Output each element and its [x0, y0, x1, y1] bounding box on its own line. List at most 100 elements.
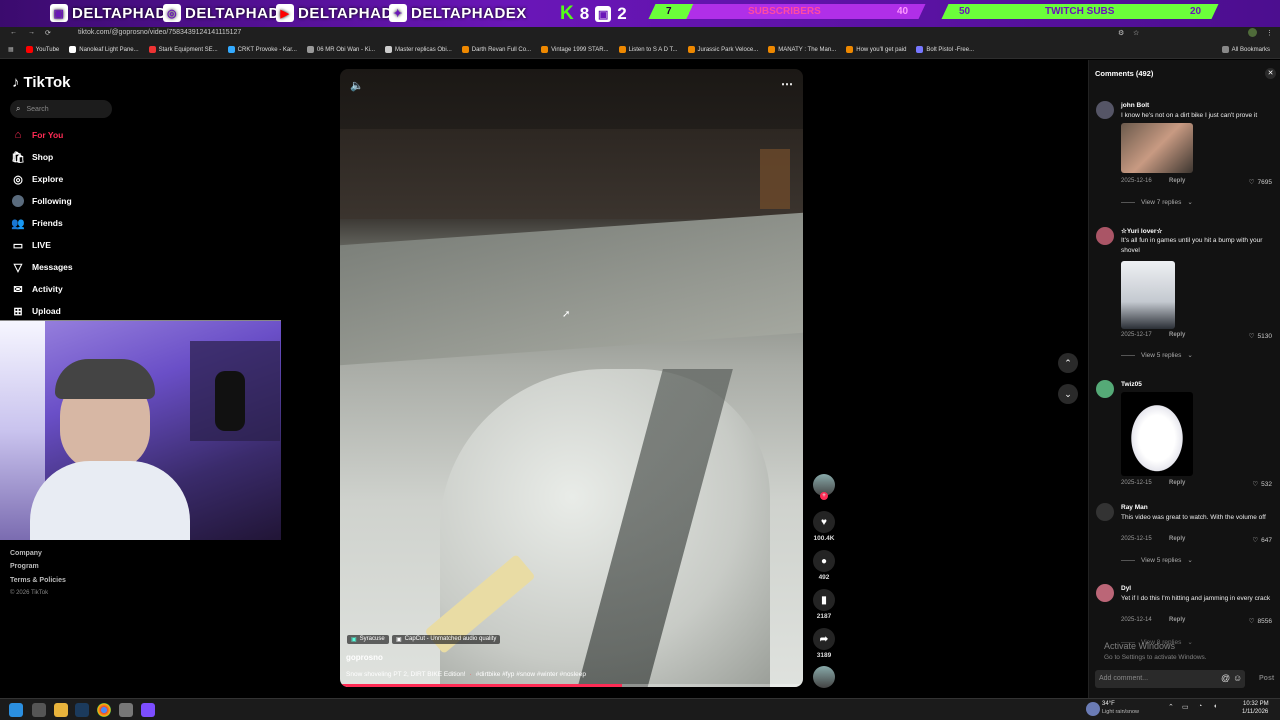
url-field[interactable]: tiktok.com/@goprosno/video/7583439124141… [78, 29, 241, 36]
comment-button[interactable]: ● 492 [813, 550, 835, 581]
bookmark[interactable]: Stark Equipment SE... [148, 46, 218, 53]
like-button[interactable]: ♥ 100.4K [813, 511, 835, 542]
comment-username[interactable]: john Bolt [1121, 102, 1149, 109]
settings-icon[interactable] [119, 703, 133, 717]
comment-image[interactable] [1121, 261, 1175, 329]
follow-plus-icon[interactable]: + [820, 492, 828, 500]
emoji-icon[interactable]: ☺ [1233, 673, 1242, 683]
nav-explore[interactable]: ◎ Explore [12, 171, 63, 187]
view-replies-button[interactable]: View 5 replies ⌄ [1121, 351, 1193, 359]
nav-messages[interactable]: ▽ Messages [12, 259, 73, 275]
profile-avatar[interactable] [1248, 28, 1257, 37]
forward-icon[interactable]: → [28, 29, 35, 36]
video-author[interactable]: goprosno [346, 653, 383, 662]
file-explorer-icon[interactable] [54, 703, 68, 717]
weather-temp[interactable]: 34°F [1102, 701, 1115, 707]
bookmark[interactable]: YouTube [25, 46, 59, 53]
comment-username[interactable]: ☆Yuri lover☆ [1121, 227, 1162, 235]
view-replies-button[interactable]: View 5 replies ⌄ [1121, 556, 1193, 564]
volume-icon[interactable]: 🔈 [350, 79, 364, 92]
clock-date[interactable]: 1/11/2026 [1242, 709, 1268, 715]
wifi-icon[interactable]: ◔ [1198, 703, 1202, 710]
audio-tag[interactable]: ▣ CapCut - Unmatched audio quality [392, 635, 501, 644]
bookmark[interactable]: Vintage 1999 STAR... [541, 46, 609, 53]
reply-button[interactable]: Reply [1169, 178, 1185, 184]
comment-gif[interactable] [1121, 123, 1193, 173]
back-icon[interactable]: ← [10, 29, 17, 36]
bookmark[interactable]: Nanoleaf Light Pane... [69, 46, 139, 53]
nav-upload[interactable]: ⊞ Upload [12, 303, 60, 319]
bookmark[interactable]: How you'll get paid [846, 46, 906, 53]
mention-icon[interactable]: @ [1221, 673, 1230, 683]
tiktok-logo[interactable]: ♪ TikTok [12, 74, 70, 91]
save-button[interactable]: ▮ 2187 [813, 589, 835, 620]
chrome-icon[interactable] [97, 703, 111, 717]
close-icon[interactable]: ✕ [1265, 68, 1276, 79]
search-input[interactable]: ⌕ Search [10, 100, 112, 118]
hashtags[interactable]: #dirtbike #fyp #snow #winter #nosleep [476, 671, 586, 678]
comment-like[interactable]: ♡ 8556 [1249, 617, 1272, 626]
more-options-icon[interactable]: ⋯ [781, 77, 793, 91]
comment-like[interactable]: ♡ 5130 [1249, 332, 1272, 341]
nav-live[interactable]: ▭ LIVE [12, 237, 51, 253]
task-view-icon[interactable] [32, 703, 46, 717]
bookmark[interactable]: Darth Revan Full Co... [461, 46, 531, 53]
bookmark[interactable]: Master replicas Obi... [385, 46, 452, 53]
location-tag[interactable]: ▣ Syracuse [347, 635, 389, 644]
bookmark[interactable]: 06 MR Obi Wan - Ki... [306, 46, 375, 53]
windows-start-icon[interactable] [9, 703, 23, 717]
star-icon[interactable]: ☆ [1133, 29, 1139, 37]
nav-friends[interactable]: 👥 Friends [11, 215, 63, 231]
chevron-up-icon[interactable]: ⌃ [1168, 703, 1174, 711]
nav-for-you[interactable]: ⌂ For You [12, 127, 64, 143]
reply-button[interactable]: Reply [1169, 480, 1185, 486]
network-icon[interactable]: ▭ [1182, 703, 1189, 711]
comment-like[interactable]: ♡ 7695 [1249, 178, 1272, 187]
post-button[interactable]: Post [1259, 675, 1274, 682]
menu-icon[interactable]: ⋮ [1266, 29, 1273, 37]
video-player[interactable]: 🔈 ⋯ ➚ ▣ Syracuse ▣ CapCut - Unmatched audi… [340, 69, 803, 687]
weather-icon[interactable] [1086, 702, 1100, 716]
extensions-icon[interactable]: ⚙ [1118, 29, 1124, 37]
reply-button[interactable]: Reply [1169, 332, 1185, 338]
comment-avatar[interactable] [1096, 101, 1114, 119]
nav-activity[interactable]: ✉ Activity [12, 281, 62, 297]
reply-button[interactable]: Reply [1169, 617, 1185, 623]
bookmark[interactable]: Bolt Pistol -Free... [916, 46, 974, 53]
add-comment-input[interactable]: Add comment... @ ☺ [1095, 670, 1245, 688]
footer-terms[interactable]: Terms & Policies [10, 577, 66, 584]
comment-username[interactable]: Twiz05 [1121, 381, 1142, 388]
footer-company[interactable]: Company [10, 550, 42, 557]
next-video-button[interactable]: ⌄ [1058, 384, 1078, 404]
comment-sticker[interactable] [1121, 392, 1193, 476]
share-button[interactable]: ➦ 3189 [813, 628, 835, 659]
comment-like[interactable]: ♡ 532 [1252, 480, 1272, 489]
weather-desc[interactable]: Light rain/snow [1102, 709, 1139, 715]
comment-avatar[interactable] [1096, 584, 1114, 602]
previous-video-button[interactable]: ⌃ [1058, 353, 1078, 373]
reload-icon[interactable]: ⟳ [45, 29, 51, 37]
footer-program[interactable]: Program [10, 563, 39, 570]
comment-avatar[interactable] [1096, 227, 1114, 245]
comment-avatar[interactable] [1096, 503, 1114, 521]
comment-avatar[interactable] [1096, 380, 1114, 398]
comment-username[interactable]: Ray Man [1121, 504, 1148, 511]
bookmark[interactable]: CRKT Provoke - Kar... [227, 46, 297, 53]
view-replies-button[interactable]: View 7 replies ⌄ [1121, 198, 1193, 206]
nav-following[interactable]: Following [12, 193, 72, 209]
apps-icon[interactable]: ▦ [8, 46, 14, 53]
volume-icon[interactable]: ◖ [1213, 703, 1217, 710]
all-bookmarks[interactable]: All Bookmarks [1221, 46, 1270, 53]
steam-icon[interactable] [75, 703, 89, 717]
bookmark[interactable]: Listen to S A D T... [618, 46, 678, 53]
comment-like[interactable]: ♡ 647 [1252, 536, 1272, 545]
comment-username[interactable]: Dyl [1121, 585, 1131, 592]
nav-shop[interactable]: 🛍 Shop [11, 149, 53, 165]
clock-time[interactable]: 10:32 PM [1243, 701, 1269, 707]
progress-track[interactable] [340, 684, 803, 687]
bookmark[interactable]: Jurassic Park Veloce... [687, 46, 758, 53]
bookmark[interactable]: MANATY : The Man... [768, 46, 836, 53]
sound-avatar-button[interactable] [813, 666, 835, 690]
author-avatar-button[interactable]: + [813, 474, 835, 500]
discord-icon[interactable] [141, 703, 155, 717]
